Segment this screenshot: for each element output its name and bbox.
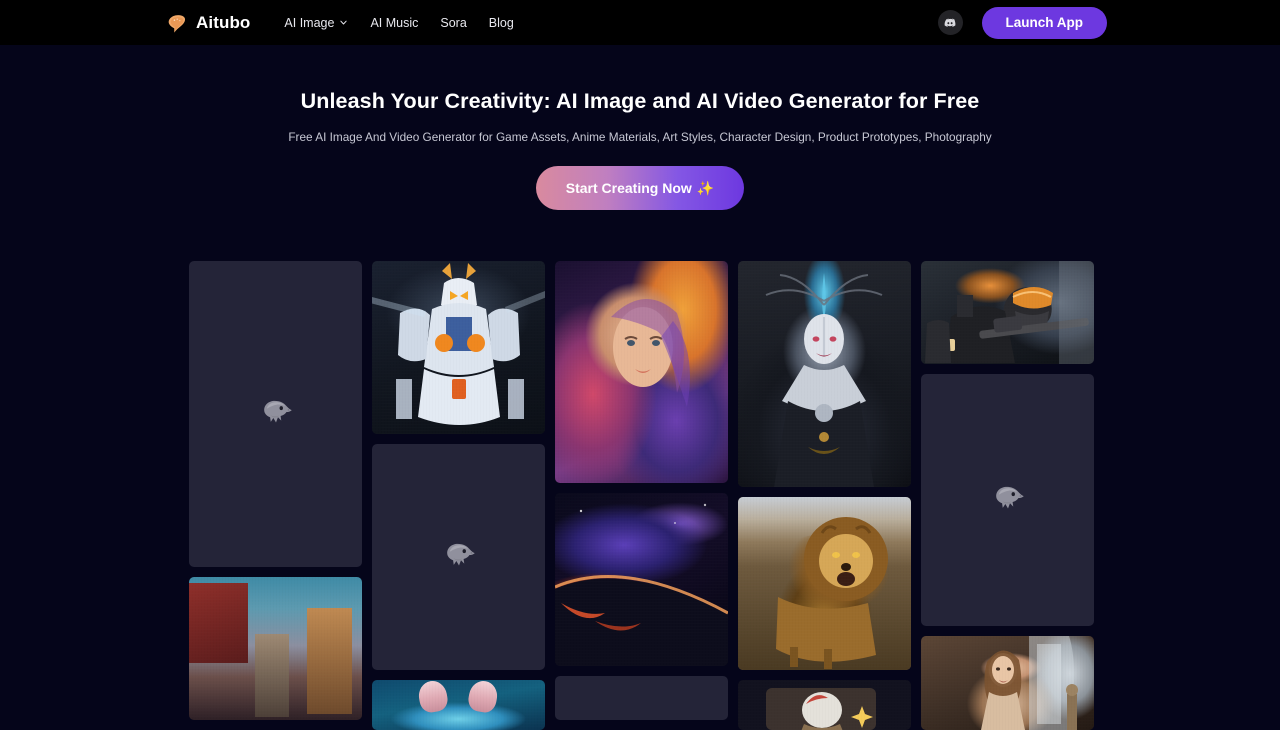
start-creating-button[interactable]: Start Creating Now ✨ xyxy=(536,166,744,210)
gallery-image-tile[interactable] xyxy=(738,497,911,670)
chevron-down-icon xyxy=(339,18,348,27)
artwork-las-vegas-strip xyxy=(189,577,362,720)
gallery-image-tile[interactable] xyxy=(372,261,545,434)
cta-label: Start Creating Now xyxy=(565,180,692,196)
gallery-image-tile[interactable] xyxy=(555,261,728,483)
gallery-column xyxy=(189,261,362,720)
nav-item-label: Sora xyxy=(440,15,467,30)
artwork-armored-soldier xyxy=(921,261,1094,364)
gallery-placeholder-tile[interactable] xyxy=(921,374,1094,626)
artwork-detail xyxy=(466,680,500,715)
otter-head-placeholder-icon xyxy=(438,536,480,578)
artwork-detail xyxy=(254,634,290,718)
gallery-image-tile[interactable] xyxy=(738,261,911,487)
artwork-colorful-woman-portrait xyxy=(555,261,728,483)
artwork-planet-from-space xyxy=(555,493,728,666)
artwork-detail xyxy=(306,608,352,715)
gallery-placeholder-tile[interactable] xyxy=(189,261,362,567)
artwork-hooded-figure-hall xyxy=(738,680,911,730)
otter-head-placeholder-icon xyxy=(255,393,297,435)
nav-item-blog[interactable]: Blog xyxy=(489,16,514,30)
gallery-image-tile[interactable] xyxy=(921,261,1094,364)
discord-icon[interactable] xyxy=(937,10,963,35)
gallery-image-tile[interactable] xyxy=(921,636,1094,730)
artwork-detail xyxy=(416,680,449,715)
nav-item-ai-music[interactable]: AI Music xyxy=(370,16,418,30)
nav-item-label: Blog xyxy=(488,15,514,30)
hero-subtitle: Free AI Image And Video Generator for Ga… xyxy=(288,130,992,144)
artwork-bunny-ears-character xyxy=(372,680,545,730)
nav-item-label: AI Image xyxy=(284,15,335,30)
artwork-woman-in-cathedral xyxy=(921,636,1094,730)
nav-item-ai-image[interactable]: AI Image xyxy=(284,16,348,30)
artwork-dark-fantasy-queen xyxy=(738,261,911,487)
sparkles-icon: ✨ xyxy=(696,179,715,196)
artwork-roaring-lion xyxy=(738,497,911,670)
nav-item-label: AI Music xyxy=(370,15,419,30)
gallery-column xyxy=(738,261,911,730)
header-actions: Launch App xyxy=(937,6,1107,39)
main-nav: AI Image AI Music Sora Blog xyxy=(284,16,513,30)
cta-container: Start Creating Now ✨ xyxy=(0,166,1280,210)
brand-name: Aitubo xyxy=(196,12,251,32)
gallery-column xyxy=(372,261,545,730)
gallery-image-tile[interactable] xyxy=(555,493,728,666)
artwork-mecha-gundam xyxy=(372,261,545,434)
hero-section: Unleash Your Creativity: AI Image and AI… xyxy=(0,45,1280,210)
gallery-image-tile[interactable] xyxy=(738,680,911,730)
nav-item-sora[interactable]: Sora xyxy=(440,16,466,30)
launch-app-button[interactable]: Launch App xyxy=(981,6,1107,39)
gallery-placeholder-tile[interactable] xyxy=(555,676,728,720)
gallery-column xyxy=(555,261,728,720)
brand-logo-link[interactable]: Aitubo xyxy=(165,11,250,35)
site-header: Aitubo AI Image AI Music Sora Blog Launc… xyxy=(0,0,1280,45)
gallery-column xyxy=(921,261,1094,730)
page-title: Unleash Your Creativity: AI Image and AI… xyxy=(300,89,980,113)
otter-head-placeholder-icon xyxy=(987,479,1029,521)
gallery-placeholder-tile[interactable] xyxy=(372,444,545,670)
gallery-image-tile[interactable] xyxy=(372,680,545,730)
aitubo-logo-icon xyxy=(165,11,189,35)
artwork-detail xyxy=(189,582,248,663)
gallery-image-tile[interactable] xyxy=(189,577,362,720)
image-gallery xyxy=(189,261,1094,730)
